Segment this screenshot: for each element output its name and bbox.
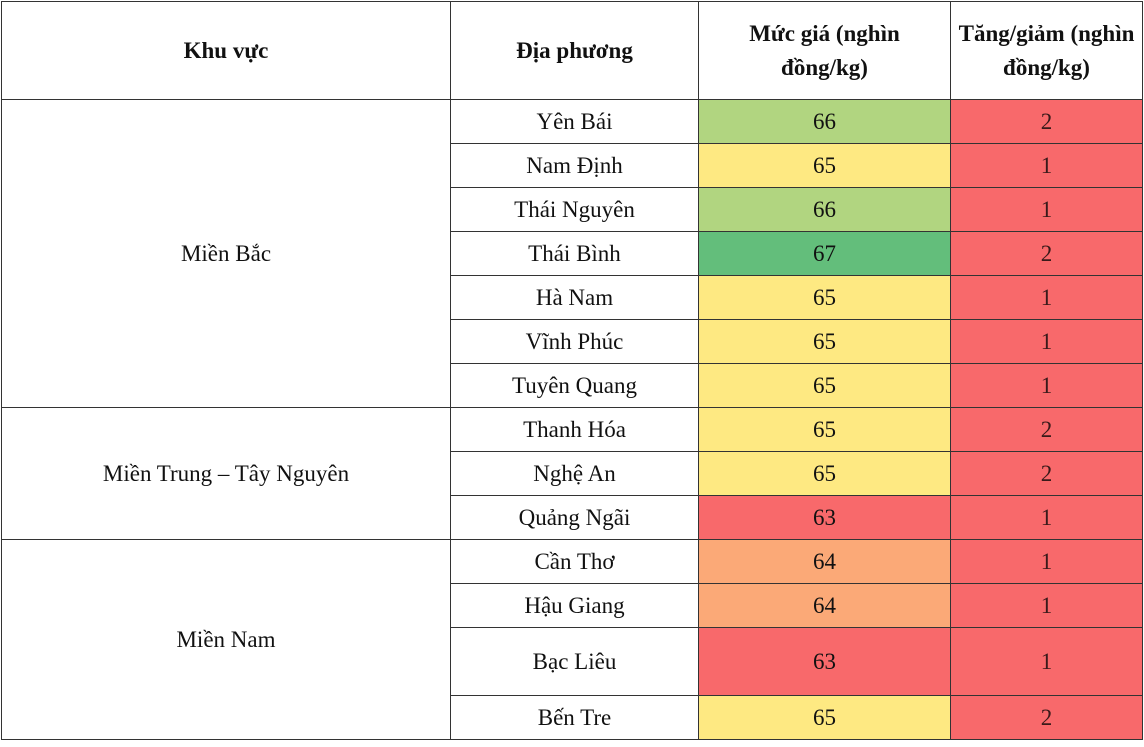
place-cell: Nghệ An [450, 451, 699, 496]
table-row: Miền Trung – Tây Nguyên Thanh Hóa 65 2 [1, 407, 1143, 540]
place-cell: Thanh Hóa [450, 407, 699, 452]
table-row: Miền Nam Cần Thơ 64 1 [1, 539, 1143, 740]
place-cell: Quảng Ngãi [450, 495, 699, 540]
price-cell: 65 [698, 319, 951, 364]
place-cell: Thái Nguyên [450, 187, 699, 232]
change-cell: 1 [950, 363, 1143, 408]
place-cell: Hậu Giang [450, 583, 699, 628]
price-cell: 67 [698, 231, 951, 276]
header-price: Mức giá (nghìn đồng/kg) [698, 1, 951, 100]
price-cell: 64 [698, 583, 951, 628]
header-change: Tăng/giảm (nghìn đồng/kg) [950, 1, 1143, 100]
change-cell: 1 [950, 275, 1143, 320]
place-cell: Cần Thơ [450, 539, 699, 584]
change-cell: 1 [950, 143, 1143, 188]
change-cell: 1 [950, 187, 1143, 232]
change-cell: 2 [950, 695, 1143, 740]
place-cell: Bạc Liêu [450, 627, 699, 696]
price-cell: 65 [698, 451, 951, 496]
change-cell: 1 [950, 539, 1143, 584]
price-cell: 63 [698, 495, 951, 540]
place-cell: Thái Bình [450, 231, 699, 276]
region-cell: Miền Nam [1, 539, 451, 740]
price-cell: 65 [698, 695, 951, 740]
place-cell: Vĩnh Phúc [450, 319, 699, 364]
table-body: Miền Bắc Yên Bái 66 2 Nam Định 65 1 Thái Nguyên… [1, 99, 1143, 740]
place-cell: Bến Tre [450, 695, 699, 740]
change-cell: 1 [950, 583, 1143, 628]
place-cell: Yên Bái [450, 99, 699, 144]
change-cell: 1 [950, 627, 1143, 696]
change-cell: 1 [950, 495, 1143, 540]
price-cell: 65 [698, 407, 951, 452]
table-row: Miền Bắc Yên Bái 66 2 [1, 99, 1143, 408]
header-region: Khu vực [1, 1, 451, 100]
price-cell: 63 [698, 627, 951, 696]
change-cell: 2 [950, 99, 1143, 144]
price-cell: 66 [698, 187, 951, 232]
change-cell: 2 [950, 231, 1143, 276]
price-cell: 64 [698, 539, 951, 584]
price-cell: 65 [698, 363, 951, 408]
place-cell: Tuyên Quang [450, 363, 699, 408]
header-place: Địa phương [450, 1, 699, 100]
price-cell: 66 [698, 99, 951, 144]
place-cell: Hà Nam [450, 275, 699, 320]
header-row: Khu vực Địa phương Mức giá (nghìn đồng/k… [1, 1, 1143, 100]
price-cell: 65 [698, 275, 951, 320]
price-table: Khu vực Địa phương Mức giá (nghìn đồng/k… [1, 1, 1143, 740]
change-cell: 2 [950, 407, 1143, 452]
place-cell: Nam Định [450, 143, 699, 188]
region-cell: Miền Bắc [1, 99, 451, 408]
change-cell: 2 [950, 451, 1143, 496]
price-cell: 65 [698, 143, 951, 188]
region-cell: Miền Trung – Tây Nguyên [1, 407, 451, 540]
change-cell: 1 [950, 319, 1143, 364]
